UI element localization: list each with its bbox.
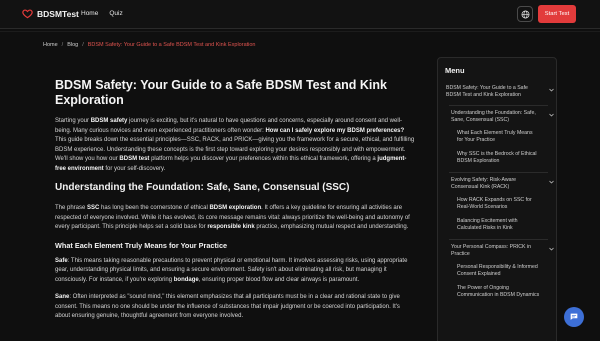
bold-text: BDSM exploration [209, 205, 262, 211]
breadcrumb-current: BDSM Safety: Your Guide to a Safe BDSM T… [87, 42, 256, 48]
text-segment: : Often interpreted as "sound mind," thi… [55, 294, 400, 319]
safe-paragraph: Safe: This means taking reasonable preca… [55, 257, 415, 286]
menu-item-label: Evolving Safety: Risk-Aware Consensual K… [451, 177, 517, 190]
breadcrumb-home[interactable]: Home [43, 42, 58, 48]
menu-item[interactable]: What Each Element Truly Means for Your P… [443, 130, 548, 144]
bold-text: SSC [87, 205, 100, 211]
menu-item-label: How RACK Expands on SSC for Real-World S… [457, 197, 532, 210]
bold-text: BDSM test [119, 156, 150, 162]
bold-text: BDSM safety [90, 118, 128, 124]
subsection-heading: What Each Element Truly Means for Your P… [55, 240, 228, 250]
menu-item[interactable]: Balancing Excitement with Calculated Ris… [443, 218, 548, 232]
section-heading-ssc: Understanding the Foundation: Safe, Sane… [55, 182, 350, 193]
menu-item-label: What Each Element Truly Means for Your P… [457, 130, 533, 143]
header-divider [0, 31, 600, 32]
text-segment: , ensuring proper blood flow and clear a… [198, 276, 360, 283]
top-navigation-bar: BDSMTest Home Quiz Start Test [0, 0, 600, 29]
menu-item[interactable]: Why SSC is the Bedrock of Ethical BDSM E… [443, 151, 548, 165]
menu-item[interactable]: Evolving Safety: Risk-Aware Consensual K… [443, 177, 554, 191]
menu-item-label: Your Personal Compass: PRICK in Practice [451, 244, 531, 257]
start-test-button[interactable]: Start Test [538, 5, 576, 23]
menu-item[interactable]: Your Personal Compass: PRICK in Practice [443, 244, 554, 258]
menu-list: BDSM Safety: Your Guide to a Safe BDSM T… [443, 85, 554, 306]
menu-item-label: Understanding the Foundation: Safe, Sane… [451, 110, 536, 123]
text-segment: has long been the cornerstone of ethical [99, 205, 210, 211]
chevron-down-icon[interactable] [549, 247, 554, 251]
chat-icon [570, 313, 578, 320]
chevron-down-icon[interactable] [549, 180, 554, 184]
menu-item[interactable]: Personal Responsibility & Informed Conse… [443, 264, 548, 278]
article-title: BDSM Safety: Your Guide to a Safe BDSM T… [55, 78, 387, 107]
menu-item[interactable]: Understanding the Foundation: Safe, Sane… [443, 110, 554, 124]
menu-item-label: Personal Responsibility & Informed Conse… [457, 264, 538, 277]
menu-title: Menu [445, 66, 465, 75]
bold-text: Safe [55, 257, 68, 264]
menu-item[interactable]: BDSM Safety: Your Guide to a Safe BDSM T… [443, 85, 554, 99]
table-of-contents: Menu BDSM Safety: Your Guide to a Safe B… [437, 57, 557, 341]
bold-text: responsible kink [207, 224, 255, 230]
menu-item[interactable]: How RACK Expands on SSC for Real-World S… [443, 197, 548, 211]
text-segment: practice, emphasizing mutual respect and… [254, 224, 409, 230]
bold-text: bondage [173, 276, 199, 283]
text-segment: platform helps you discover your prefere… [149, 156, 378, 162]
nav-quiz-link[interactable]: Quiz [109, 10, 122, 17]
menu-item-label: Balancing Excitement with Calculated Ris… [457, 218, 518, 231]
intro-paragraph: Starting your BDSM safety journey is exc… [55, 117, 415, 174]
text-segment: for your self-discovery. [103, 165, 166, 172]
brand-logo[interactable]: BDSMTest [22, 8, 79, 19]
text-segment: The phrase [55, 205, 88, 211]
chevron-down-icon[interactable] [549, 113, 554, 117]
menu-divider [449, 105, 548, 106]
menu-item-label: Why SSC is the Bedrock of Ethical BDSM E… [457, 151, 537, 164]
breadcrumb-separator: / [61, 42, 64, 48]
breadcrumb: Home / Blog / BDSM Safety: Your Guide to… [43, 42, 256, 48]
globe-icon [521, 10, 529, 18]
menu-divider [449, 239, 548, 240]
menu-divider [449, 172, 548, 173]
main-nav: Home Quiz [81, 10, 123, 17]
language-button[interactable] [517, 6, 533, 22]
ssc-paragraph: The phrase SSC has long been the corners… [55, 204, 415, 233]
chat-button[interactable] [564, 307, 584, 327]
bold-text: Sane [55, 294, 70, 300]
brand-name: BDSMTest [37, 8, 79, 19]
menu-item[interactable]: The Power of Ongoing Communication in BD… [443, 285, 548, 299]
breadcrumb-blog[interactable]: Blog [67, 42, 78, 48]
bold-text: How can I safely explore my BDSM prefere… [265, 127, 405, 134]
nav-home-link[interactable]: Home [81, 10, 98, 17]
menu-item-label: BDSM Safety: Your Guide to a Safe BDSM T… [446, 85, 528, 98]
article: BDSM Safety: Your Guide to a Safe BDSM T… [55, 78, 415, 330]
text-segment: Starting your [55, 118, 91, 124]
breadcrumb-separator: / [82, 42, 84, 48]
chevron-down-icon[interactable] [549, 88, 554, 92]
menu-item-label: The Power of Ongoing Communication in BD… [457, 285, 540, 298]
sane-paragraph: Sane: Often interpreted as "sound mind,"… [55, 293, 415, 322]
heart-icon [22, 9, 33, 19]
